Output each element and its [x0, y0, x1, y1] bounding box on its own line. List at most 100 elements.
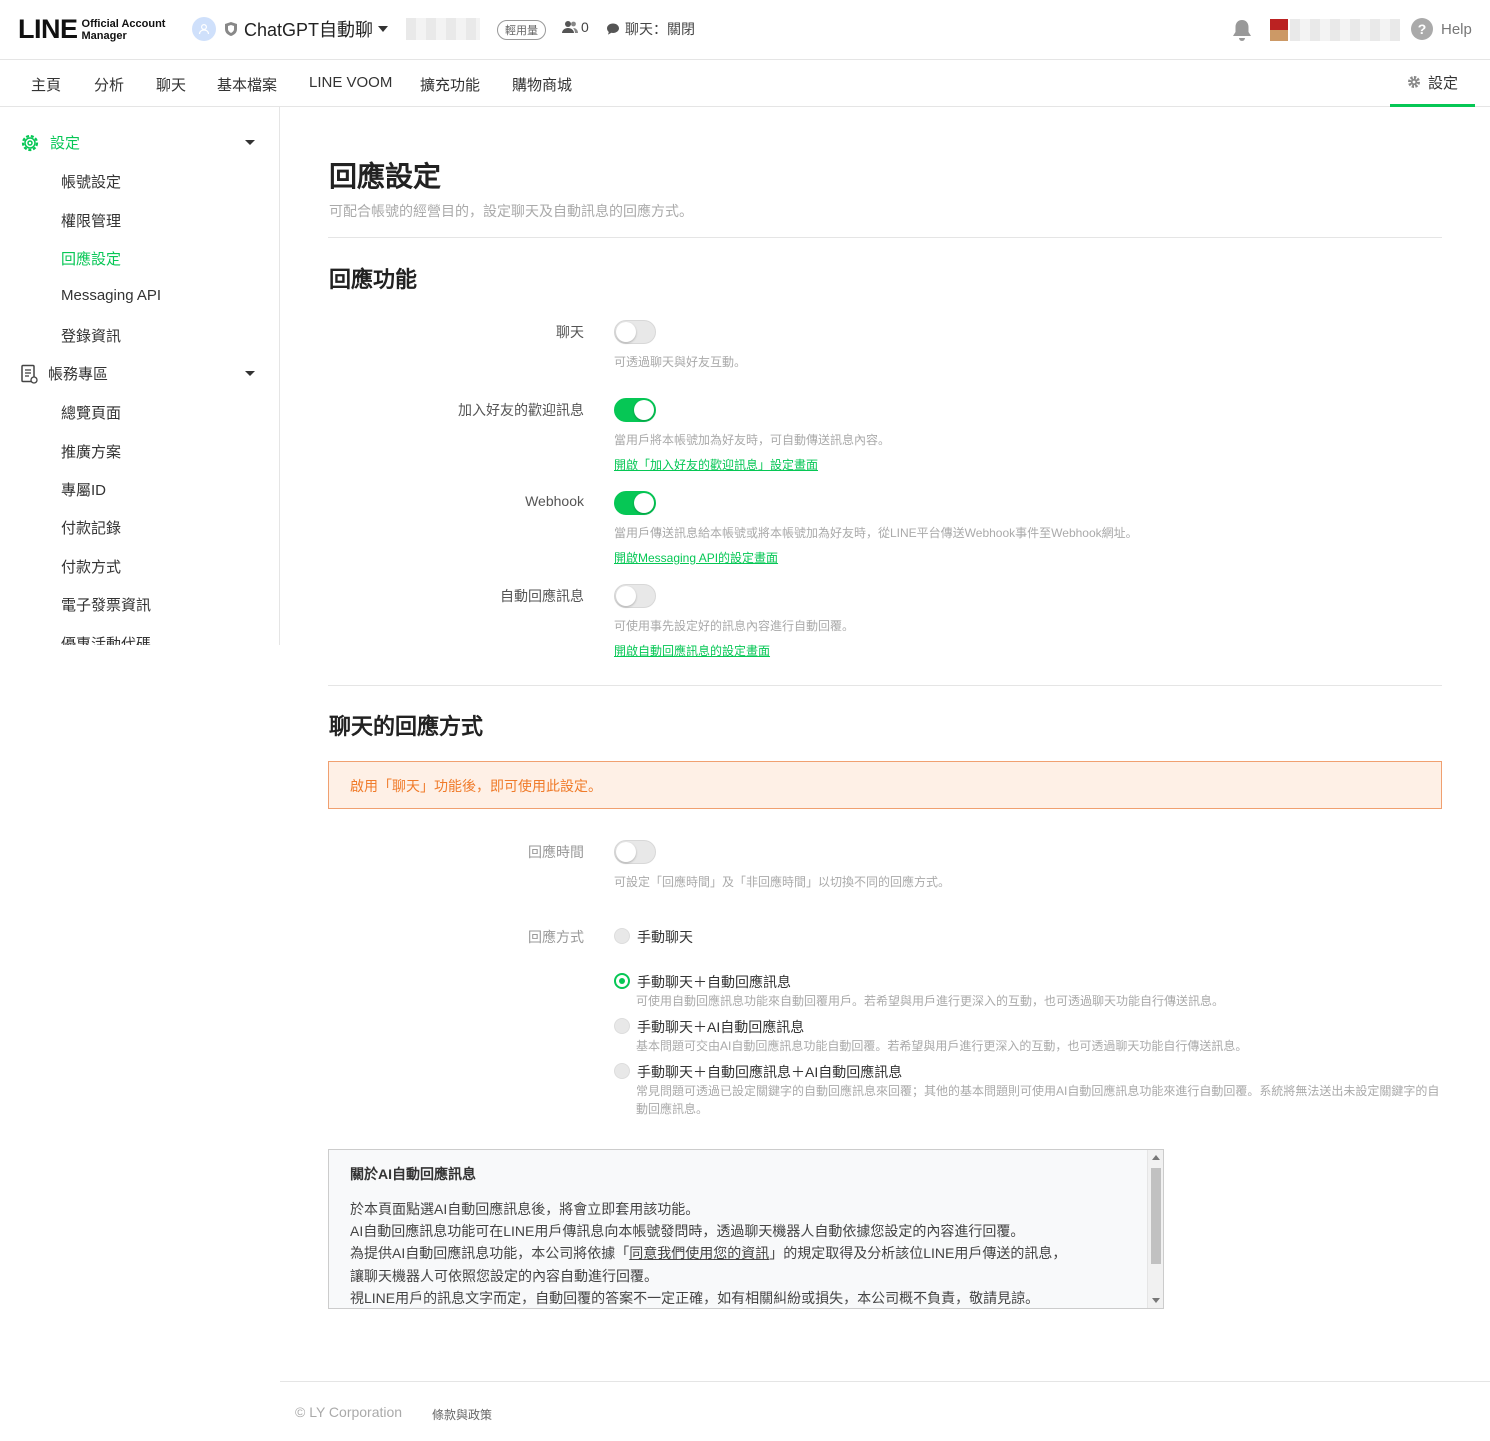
info-box-line: AI自動回應訊息功能可在LINE用戶傳訊息向本帳號發問時，透過聊天機器人自動依據… [350, 1223, 1025, 1239]
account-name: ChatGPT自動聊 [244, 20, 374, 40]
page-description: 可配合帳號的經營目的，設定聊天及自動訊息的回應方式。 [329, 203, 693, 219]
radio-manual-chat[interactable] [614, 928, 630, 944]
sidebar-group-settings[interactable]: 設定 [20, 132, 80, 153]
ai-reply-info-box[interactable]: 關於AI自動回應訊息 於本頁面點選AI自動回應訊息後，將會立即套用該功能。 AI… [328, 1149, 1164, 1309]
chat-status-text: 聊天：關閉 [625, 21, 695, 37]
divider [328, 237, 1442, 238]
sidebar-item-overview[interactable]: 總覽頁面 [61, 402, 121, 423]
gear-icon [1407, 76, 1420, 88]
nav-settings-label: 設定 [1427, 74, 1458, 92]
help-label: Help [1441, 20, 1472, 38]
radio-manual-ai-reply[interactable] [614, 1018, 630, 1034]
info-box-line-text: 為提供AI自動回應訊息功能，本公司將依據「 [350, 1245, 630, 1261]
logo-sub-line-1: Official Account [81, 17, 166, 30]
blurred-user-name [1290, 19, 1400, 41]
logo-sub-line-2: Manager [81, 29, 127, 42]
privacy-consent-link[interactable]: 同意我們使用您的資訊 [629, 1245, 769, 1261]
radio-manual-auto-ai-reply-label: 手動聊天＋自動回應訊息＋AI自動回應訊息 [637, 1064, 903, 1080]
chevron-down-icon[interactable] [245, 140, 255, 145]
line-oa-logo[interactable]: LINE Official Account Manager [18, 14, 165, 45]
user-profile-picture[interactable] [1270, 19, 1288, 41]
auto-reply-settings-link[interactable]: 開啟自動回應訊息的設定畫面 [614, 642, 770, 659]
auto-reply-toggle[interactable] [614, 584, 656, 608]
sidebar-item-plans[interactable]: 推廣方案 [61, 441, 121, 462]
bell-icon[interactable] [1231, 18, 1253, 42]
help-link[interactable]: ? Help [1411, 18, 1472, 40]
blurred-account-id [406, 18, 480, 40]
nav-settings[interactable]: 設定 [1390, 60, 1475, 107]
sidebar-item-e-invoice[interactable]: 電子發票資訊 [61, 594, 151, 615]
chat-required-notice: 啟用「聊天」功能後，即可使用此設定。 [328, 761, 1442, 809]
sidebar-group-billing[interactable]: 帳務專區 [20, 363, 108, 384]
footer: © LY Corporation 條款與政策 [280, 1381, 1490, 1441]
radio-manual-auto-ai-reply[interactable] [614, 1063, 630, 1079]
section-chat-response-title: 聊天的回應方式 [329, 714, 484, 739]
response-hours-label: 回應時間 [528, 844, 584, 860]
response-method-label: 回應方式 [528, 929, 584, 945]
sidebar-item-permissions[interactable]: 權限管理 [61, 210, 121, 231]
welcome-message-label: 加入好友的歡迎訊息 [458, 402, 584, 418]
sidebar-item-promo-code[interactable]: 優惠活動代碼 [61, 633, 151, 645]
webhook-toggle[interactable] [614, 491, 656, 515]
welcome-message-help-text: 當用戶將本帳號加為好友時，可自動傳送訊息內容。 [614, 433, 891, 447]
welcome-message-toggle[interactable] [614, 398, 656, 422]
scroll-down-icon[interactable] [1152, 1298, 1160, 1303]
nav-profile[interactable]: 基本檔案 [217, 74, 277, 95]
welcome-message-settings-link[interactable]: 開啟「加入好友的歡迎訊息」設定畫面 [614, 456, 818, 473]
nav-line-voom[interactable]: LINE VOOM [309, 74, 392, 91]
chat-toggle[interactable] [614, 320, 656, 344]
radio-manual-chat-label: 手動聊天 [637, 929, 693, 945]
nav-home[interactable]: 主頁 [31, 74, 61, 95]
section-response-features-title: 回應功能 [329, 267, 418, 292]
sidebar-item-messaging-api[interactable]: Messaging API [61, 287, 161, 304]
sidebar-group-billing-label: 帳務專區 [48, 366, 109, 383]
plan-badge: 輕用量 [497, 20, 546, 40]
nav-shop[interactable]: 購物商城 [512, 74, 572, 95]
shield-icon [225, 22, 237, 36]
auto-reply-label: 自動回應訊息 [500, 588, 584, 604]
copyright: © LY Corporation [295, 1404, 403, 1420]
info-box-line: 為提供AI自動回應訊息功能，本公司將依據「同意我們使用您的資訊」的規定取得及分析… [350, 1243, 1066, 1263]
logo-line-text: LINE [18, 14, 78, 44]
chat-bubble-icon [607, 23, 619, 35]
friends-count: 0 [562, 19, 589, 35]
nav-chat[interactable]: 聊天 [156, 74, 186, 95]
chat-label: 聊天 [556, 324, 584, 340]
nav-analytics[interactable]: 分析 [94, 74, 124, 95]
info-box-line-text: 」的規定取得及分析該位LINE用戶傳送的訊息， [769, 1245, 1067, 1261]
response-hours-help-text: 可設定「回應時間」及「非回應時間」以切換不同的回應方式。 [614, 875, 951, 889]
sidebar-item-payment-method[interactable]: 付款方式 [61, 556, 121, 577]
radio-manual-ai-reply-label: 手動聊天＋AI自動回應訊息 [637, 1019, 805, 1035]
friends-count-value: 0 [581, 19, 589, 35]
sidebar-item-registration-info[interactable]: 登錄資訊 [61, 325, 121, 346]
auto-reply-help-text: 可使用事先設定好的訊息內容進行自動回覆。 [614, 619, 855, 633]
friends-icon [562, 21, 578, 33]
user-avatar-icon [192, 17, 216, 41]
chevron-down-icon[interactable] [245, 371, 255, 376]
sidebar-item-response-settings[interactable]: 回應設定 [61, 248, 121, 269]
sidebar-item-premium-id[interactable]: 專屬ID [61, 479, 106, 500]
caret-down-icon [378, 26, 389, 32]
sidebar-item-account-settings[interactable]: 帳號設定 [61, 171, 121, 192]
info-box-line: 視LINE用戶的訊息文字而定，自動回覆的答案不一定正確，如有相關糾紛或損失，本公… [350, 1290, 1040, 1306]
radio-manual-auto-reply-desc: 可使用自動回應訊息功能來自動回覆用戶。若希望與用戶進行更深入的互動，也可透過聊天… [636, 994, 1225, 1008]
radio-manual-ai-reply-desc: 基本問題可交由AI自動回應訊息功能自動回覆。若希望與用戶進行更深入的互動，也可透… [636, 1039, 1248, 1053]
radio-manual-auto-ai-reply-desc: 常見問題可透過已設定關鍵字的自動回應訊息來回覆；其他的基本問題則可使用AI自動回… [636, 1084, 1440, 1116]
document-icon [21, 364, 38, 384]
page-title: 回應設定 [329, 161, 442, 192]
messaging-api-settings-link[interactable]: 開啟Messaging API的設定畫面 [614, 549, 778, 566]
webhook-help-text: 當用戶傳送訊息給本帳號或將本帳號加為好友時，從LINE平台傳送Webhook事件… [614, 526, 1138, 540]
scroll-thumb[interactable] [1151, 1168, 1161, 1264]
scroll-up-icon[interactable] [1152, 1155, 1160, 1160]
gear-icon [21, 134, 39, 151]
sidebar-item-payment-history[interactable]: 付款記錄 [61, 517, 121, 538]
info-box-line: 於本頁面點選AI自動回應訊息後，將會立即套用該功能。 [350, 1201, 700, 1217]
sidebar: 設定 帳號設定 權限管理 回應設定 Messaging API 登錄資訊 帳務專… [0, 107, 280, 645]
info-box-scrollbar[interactable] [1147, 1150, 1163, 1308]
account-switcher[interactable]: ChatGPT自動聊 [192, 16, 389, 42]
terms-link[interactable]: 條款與政策 [432, 1406, 492, 1423]
nav-extensions[interactable]: 擴充功能 [420, 74, 480, 95]
response-hours-toggle[interactable] [614, 840, 656, 864]
sidebar-group-settings-label: 設定 [50, 135, 81, 152]
radio-manual-auto-reply[interactable] [614, 973, 630, 989]
